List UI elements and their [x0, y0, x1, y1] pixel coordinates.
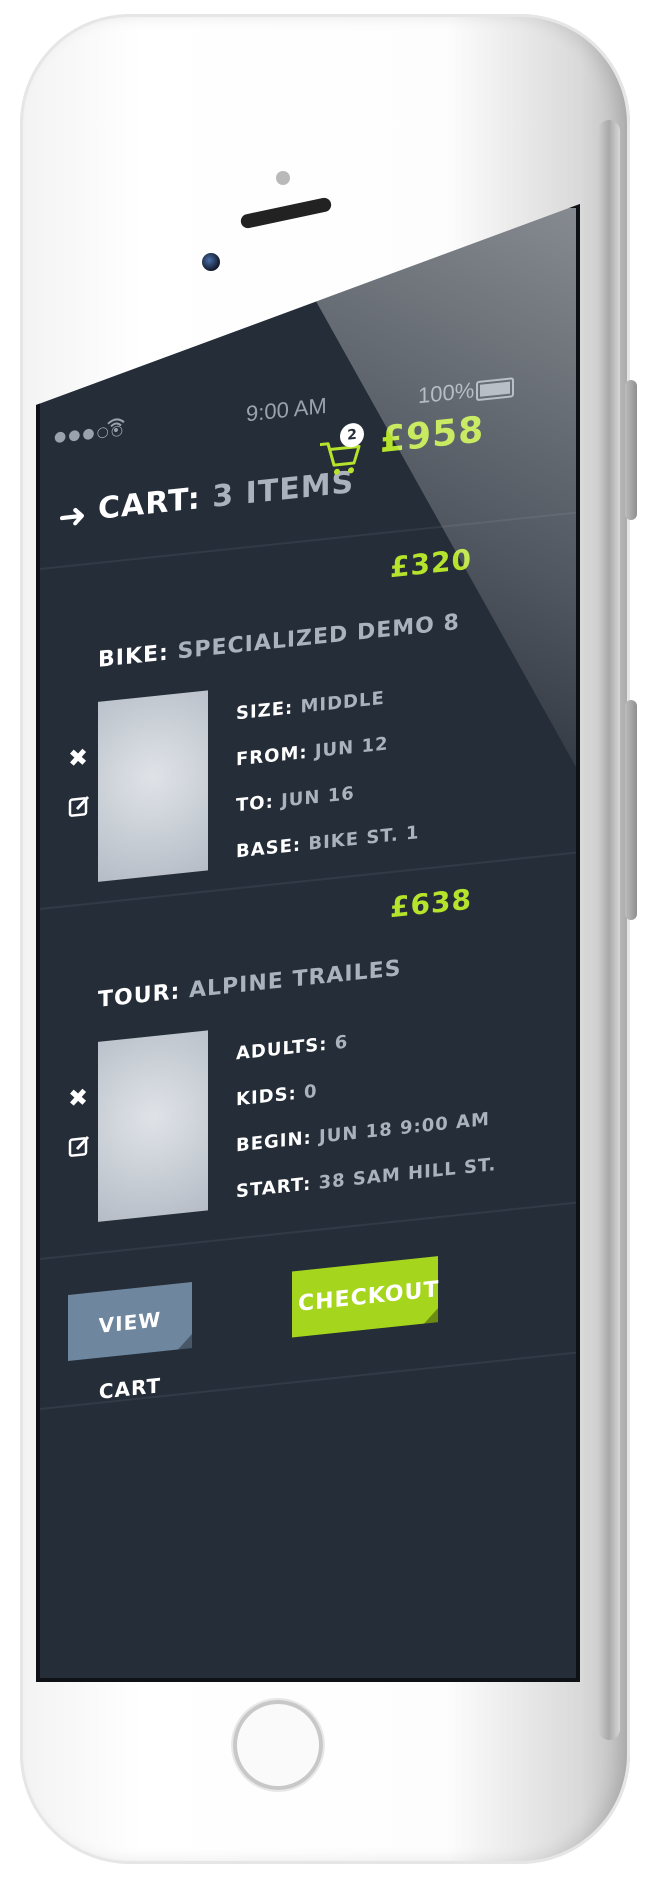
detail-label: START: — [236, 1173, 312, 1203]
item-price: £638 — [390, 882, 472, 925]
back-arrow-icon[interactable]: ➜ — [58, 495, 87, 538]
item-detail: KIDS: 0 — [236, 1081, 318, 1111]
item-detail: FROM: JUN 12 — [236, 733, 389, 770]
edit-icon[interactable] — [68, 1133, 92, 1160]
cart-title-prefix: CART: — [98, 481, 201, 527]
view-cart-button[interactable]: VIEW CART — [68, 1282, 192, 1404]
side-button — [625, 700, 637, 920]
item-category: TOUR: — [98, 979, 181, 1013]
volume-button — [625, 380, 637, 520]
detail-label: KIDS: — [236, 1083, 297, 1111]
front-camera — [202, 253, 220, 271]
remove-icon[interactable]: ✖ — [68, 1083, 88, 1113]
wifi-icon — [106, 416, 126, 439]
status-time: 9:00 AM — [246, 392, 327, 427]
phone-edge — [598, 120, 620, 1740]
detail-value: BIKE ST. 1 — [308, 822, 420, 855]
detail-value: JUN 18 9:00 AM — [319, 1108, 490, 1148]
item-title: BIKE: SPECIALIZED DEMO 8 — [98, 610, 460, 673]
item-image — [98, 1030, 208, 1222]
detail-label: BASE: — [236, 834, 302, 863]
detail-value: JUN 16 — [281, 782, 355, 812]
item-detail: TO: JUN 16 — [236, 783, 355, 816]
item-price: £320 — [390, 542, 472, 585]
detail-label: TO: — [236, 791, 274, 817]
cart-item-bike: £320 BIKE: SPECIALIZED DEMO 8 ✖ SIZE: MI… — [40, 532, 576, 888]
cart-view: ●●●○○ 9:00 AM 100% ➜ CART: 3 ITEMS 2 £95… — [40, 208, 576, 1678]
item-detail: SIZE: MIDDLE — [236, 688, 385, 725]
detail-label: FROM: — [236, 741, 308, 771]
item-name: SPECIALIZED DEMO 8 — [177, 609, 460, 665]
corner-fold — [424, 1308, 438, 1324]
item-name: ALPINE TRAILES — [188, 956, 402, 1004]
checkout-button[interactable]: CHECKOUT — [292, 1256, 440, 1338]
proximity-sensor — [276, 171, 290, 185]
item-image — [98, 690, 208, 882]
corner-fold — [178, 1334, 192, 1350]
item-detail: START: 38 SAM HILL ST. — [236, 1154, 496, 1202]
battery-icon — [476, 377, 514, 402]
detail-label: SIZE: — [236, 697, 294, 725]
remove-icon[interactable]: ✖ — [68, 743, 88, 773]
edit-icon[interactable] — [68, 793, 92, 820]
item-detail: BEGIN: JUN 18 9:00 AM — [236, 1109, 490, 1157]
item-detail: BASE: BIKE ST. 1 — [236, 822, 419, 862]
detail-value: 6 — [334, 1031, 349, 1055]
item-category: BIKE: — [98, 640, 169, 673]
cart-item-tour: £638 TOUR: ALPINE TRAILES ✖ ADULTS: 6 KI… — [40, 872, 576, 1228]
page-title: CART: 3 ITEMS — [98, 465, 354, 527]
detail-value: MIDDLE — [300, 687, 385, 718]
detail-value: JUN 12 — [314, 733, 389, 763]
detail-label: ADULTS: — [236, 1033, 328, 1065]
item-title: TOUR: ALPINE TRAILES — [98, 956, 402, 1013]
phone-mockup: ●●●○○ 9:00 AM 100% ➜ CART: 3 ITEMS 2 £95… — [0, 0, 657, 1879]
detail-value: 38 SAM HILL ST. — [318, 1154, 497, 1194]
checkout-label: CHECKOUT — [298, 1277, 440, 1317]
item-detail: ADULTS: 6 — [236, 1032, 348, 1065]
battery-percent: 100% — [418, 377, 475, 409]
view-cart-label: VIEW CART — [98, 1307, 162, 1404]
app-screen: ●●●○○ 9:00 AM 100% ➜ CART: 3 ITEMS 2 £95… — [36, 204, 580, 1682]
detail-label: BEGIN: — [236, 1127, 312, 1157]
detail-value: 0 — [304, 1080, 318, 1104]
home-button[interactable] — [233, 1700, 323, 1790]
